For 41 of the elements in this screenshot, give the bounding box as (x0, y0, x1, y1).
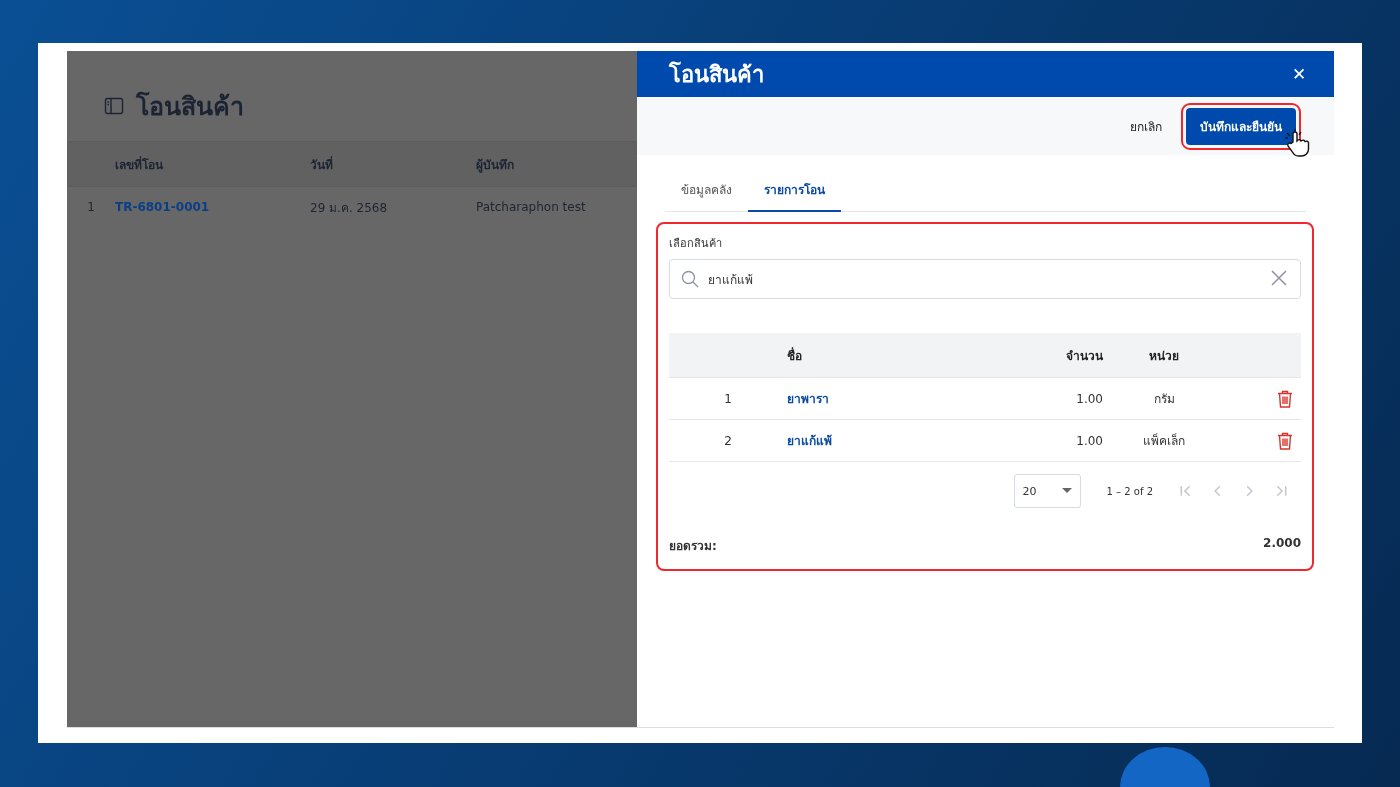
chevron-right-icon (1245, 485, 1253, 497)
last-page-icon (1275, 485, 1287, 497)
column-header: วันที่ (310, 155, 334, 174)
page-title: โอนสินค้า (136, 90, 244, 123)
row-number: 1 (723, 391, 733, 406)
close-button[interactable]: ✕ (1286, 61, 1312, 87)
drawer-title: โอนสินค้า (669, 60, 764, 89)
quantity-cell-text: 1.00 (1075, 433, 1103, 448)
trash-icon (1277, 431, 1293, 450)
product-link[interactable]: ยาแก้แพ้ (787, 431, 1043, 450)
search-icon (681, 270, 699, 288)
column-header: เลขที่โอน (115, 155, 164, 174)
table-cell-text: 29 ม.ค. 2568 (310, 199, 389, 217)
unit-cell-text: กรัม (1152, 391, 1176, 408)
product-link[interactable]: ยาพารา (787, 389, 1043, 408)
page-range: 1 – 2 of 2 (1106, 485, 1153, 497)
sidebar-icon (104, 96, 124, 116)
field-label: เลือกสินค้า (669, 236, 723, 252)
cancel-button[interactable]: ยกเลิก (1126, 110, 1166, 142)
tab[interactable]: รายการโอน (748, 170, 841, 212)
column-header: ชื่อ (787, 346, 803, 365)
total-label: ยอดรวม: (669, 538, 717, 555)
chevron-left-icon (1213, 485, 1221, 497)
clear-icon[interactable] (1271, 270, 1287, 286)
tab[interactable]: ข้อมูลคลัง (665, 170, 748, 212)
quantity-cell-text: 1.00 (1075, 391, 1103, 406)
column-header: หน่วย (1148, 347, 1180, 365)
unit-cell-text: แพ็คเล็ก (1142, 432, 1186, 450)
search-field[interactable]: ยาแก้แพ้ (669, 259, 1301, 299)
row-number: 2 (723, 433, 733, 448)
page-size-select[interactable]: 20 (1013, 474, 1081, 508)
total-value: 2.000 (1263, 536, 1301, 552)
table-cell-text: Patcharaphon test (476, 200, 587, 214)
row-number: 1 (86, 200, 96, 214)
column-header: ผู้บันทึก (476, 156, 515, 174)
delete-button[interactable] (1277, 389, 1293, 408)
dropdown-caret-icon (1061, 488, 1072, 494)
column-header: จำนวน (1065, 347, 1103, 365)
delete-button[interactable] (1277, 431, 1293, 450)
first-page-icon (1179, 485, 1191, 497)
trash-icon (1277, 389, 1293, 408)
